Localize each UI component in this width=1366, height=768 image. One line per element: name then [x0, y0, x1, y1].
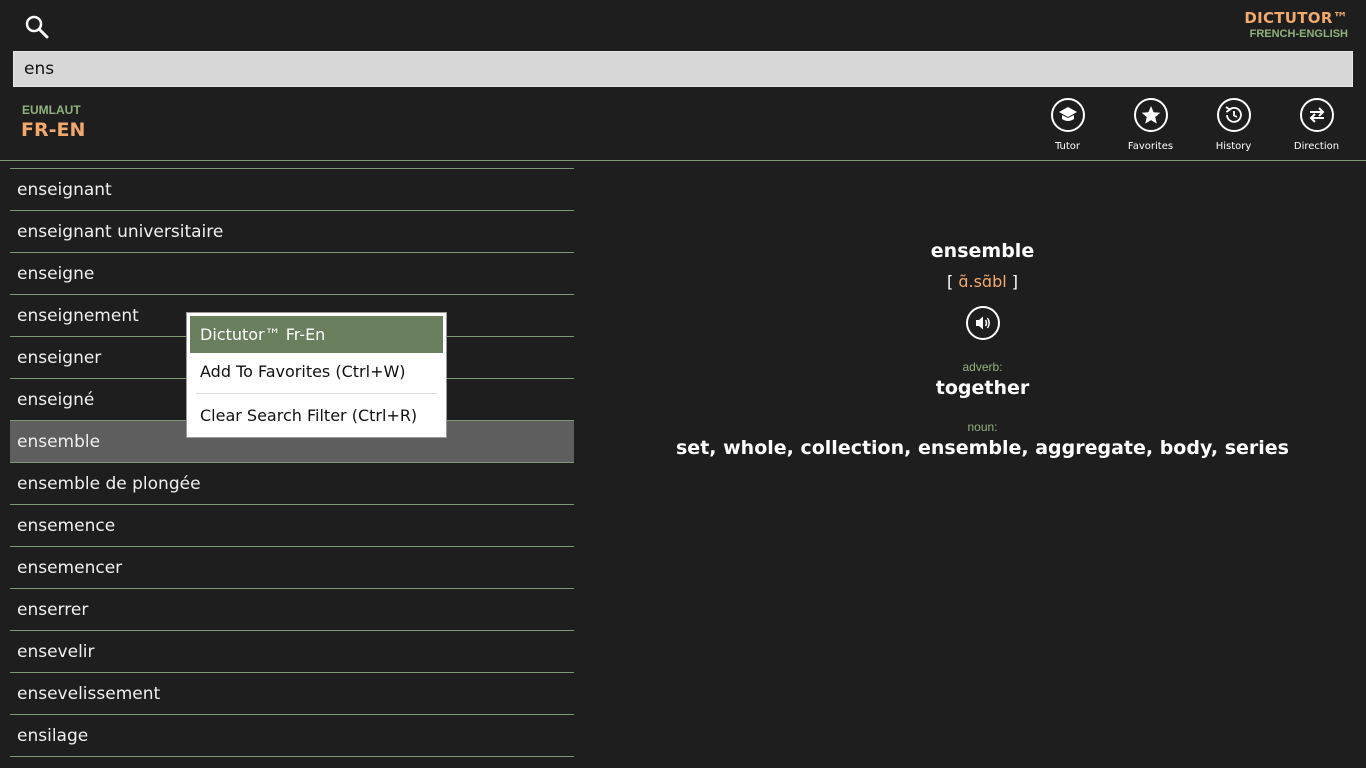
- app-brand: DICTUTOR™ FRENCH-ENGLISH: [1244, 9, 1348, 40]
- context-menu: Dictutor™ Fr-En Add To Favorites (Ctrl+W…: [186, 312, 447, 438]
- pronunciation-open-bracket: [: [947, 272, 959, 291]
- list-item[interactable]: ensemencer: [10, 547, 574, 589]
- history-label: History: [1215, 141, 1252, 152]
- header-divider: [0, 160, 1366, 161]
- menu-item-clear-filter[interactable]: Clear Search Filter (Ctrl+R): [190, 397, 443, 434]
- menu-item-add-favorites[interactable]: Add To Favorites (Ctrl+W): [190, 353, 443, 390]
- list-item[interactable]: enserrer: [10, 589, 574, 631]
- word-list: enseignant enseignant universitaire ense…: [10, 168, 574, 757]
- dictionary-label: EUMLAUT: [22, 103, 81, 117]
- direction-label: Direction: [1293, 141, 1340, 152]
- speaker-icon[interactable]: [965, 306, 1000, 340]
- history-icon: [1216, 98, 1251, 132]
- list-item[interactable]: enseigne: [10, 253, 574, 295]
- favorites-button[interactable]: Favorites: [1109, 98, 1192, 152]
- menu-divider: [196, 393, 437, 394]
- list-item[interactable]: ensemence: [10, 505, 574, 547]
- list-item[interactable]: enseignant universitaire: [10, 211, 574, 253]
- brand-subtitle: FRENCH-ENGLISH: [1249, 28, 1348, 40]
- history-button[interactable]: History: [1192, 98, 1275, 152]
- meaning: together: [935, 377, 1030, 399]
- list-item[interactable]: enseignant: [10, 169, 574, 211]
- list-item[interactable]: ensemble de plongée: [10, 463, 574, 505]
- tutor-icon: [1050, 98, 1085, 132]
- list-item[interactable]: ensevelissement: [10, 673, 574, 715]
- pronunciation-close-bracket: ]: [1006, 272, 1018, 291]
- direction-button[interactable]: Direction: [1275, 98, 1358, 152]
- swap-arrows-icon: [1299, 98, 1334, 132]
- brand-name: DICTUTOR™: [1244, 9, 1348, 27]
- pronunciation-ipa: ɑ̃.sɑ̃bl: [958, 272, 1007, 291]
- part-of-speech: adverb:: [962, 360, 1003, 374]
- star-icon: [1133, 98, 1168, 132]
- menu-item-dictutor[interactable]: Dictutor™ Fr-En: [190, 316, 443, 353]
- part-of-speech: noun:: [967, 420, 998, 434]
- meaning: set, whole, collection, ensemble, aggreg…: [676, 437, 1289, 459]
- pronunciation: [ ɑ̃.sɑ̃bl ]: [600, 272, 1365, 291]
- search-input[interactable]: ens: [13, 51, 1353, 87]
- definition-panel: ensemble [ ɑ̃.sɑ̃bl ] adverb: together n…: [600, 240, 1365, 459]
- definition-headword: ensemble: [930, 240, 1035, 262]
- app-window: DICTUTOR™ FRENCH-ENGLISH ens EUMLAUT FR-…: [0, 0, 1366, 768]
- search-icon[interactable]: [22, 12, 52, 42]
- tutor-label: Tutor: [1054, 141, 1081, 152]
- favorites-label: Favorites: [1127, 141, 1174, 152]
- dictionary-direction: FR-EN: [21, 119, 86, 141]
- list-item[interactable]: ensilage: [10, 715, 574, 757]
- list-item[interactable]: ensevelir: [10, 631, 574, 673]
- tutor-button[interactable]: Tutor: [1026, 98, 1109, 152]
- toolbar: Tutor Favorites History Direction: [1026, 98, 1358, 152]
